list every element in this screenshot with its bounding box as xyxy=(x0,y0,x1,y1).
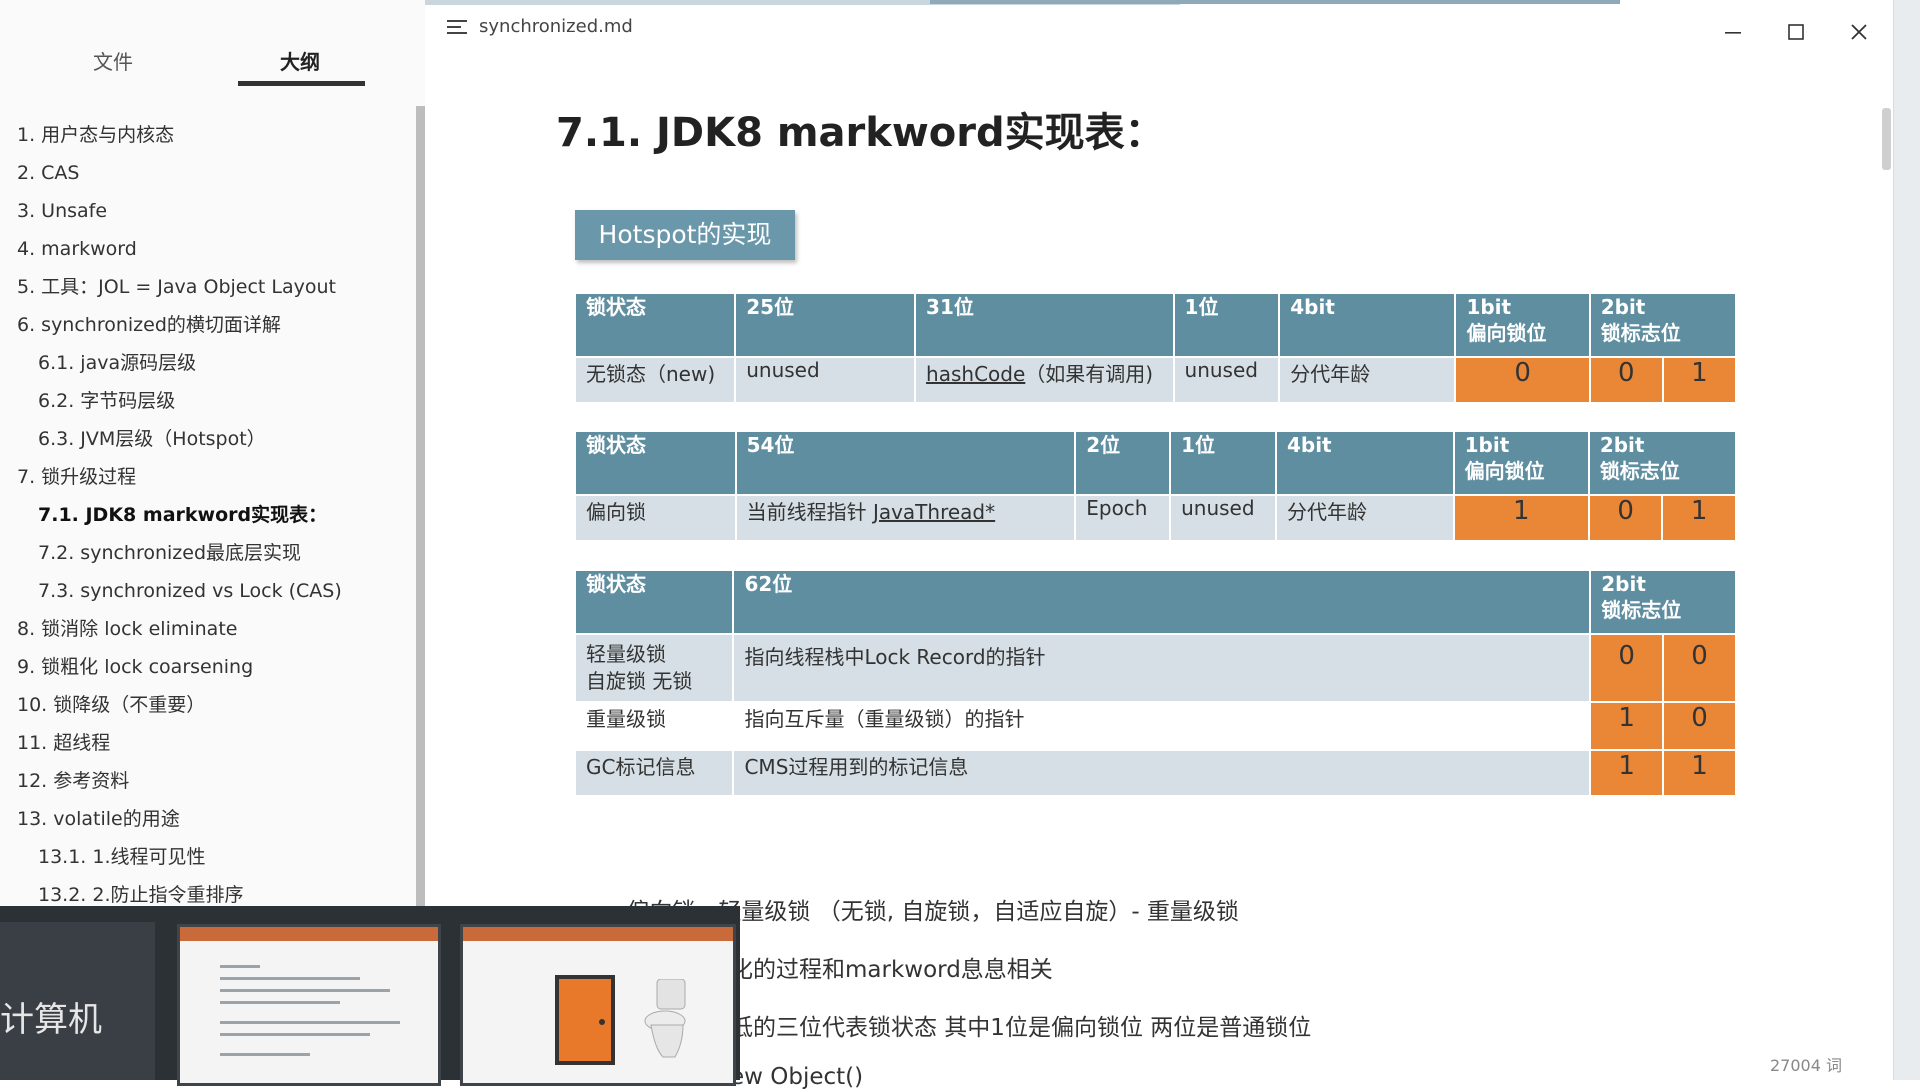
markword-table-locks: 锁状态 62位 2bit 锁标志位 轻量级锁 自旋锁 无锁 指向线程栈中Lock R… xyxy=(574,569,1737,797)
bit-cell: 1 xyxy=(1591,751,1663,795)
table-cell: 指向互斥量（重量级锁）的指针 xyxy=(734,703,1590,749)
paragraph: 化的过程和markword息息相关 xyxy=(730,957,1053,983)
table-header: 2位 xyxy=(1076,432,1170,494)
table-header-biased-bit: 1bit 偏向锁位 xyxy=(1454,432,1588,494)
bit-cell: 1 xyxy=(1454,496,1588,540)
sidebar-scrollbar[interactable] xyxy=(416,106,425,916)
markword-table-biased: 锁状态 54位 2位 1位 4bit 1bit 偏向锁位 2bit 锁标志位 偏向锁… xyxy=(574,430,1737,542)
table-cell: 指向线程栈中Lock Record的指针 xyxy=(734,635,1590,701)
paragraph: ew Object() xyxy=(730,1064,864,1090)
thumbnail-line xyxy=(220,1001,340,1004)
table-header: 4bit xyxy=(1280,294,1455,356)
door-knob xyxy=(599,1019,605,1025)
thumbnail-titlebar xyxy=(180,927,438,941)
bit-cell: 1 xyxy=(1664,751,1735,795)
table-cell: hashCode（如果有调用) xyxy=(916,358,1173,402)
thumbnail-line xyxy=(220,989,390,992)
outline-item[interactable]: 12. 参考资料 xyxy=(0,762,415,800)
table-header: 1位 xyxy=(1174,294,1279,356)
window-thumbnail[interactable] xyxy=(177,924,441,1086)
table-cell: 重量级锁 xyxy=(576,703,733,749)
outline-item[interactable]: 13.1. 1.线程可见性 xyxy=(0,838,415,876)
taskbar-preview: 计算机 xyxy=(0,906,740,1086)
outline-list: 1. 用户态与内核态 2. CAS 3. Unsafe 4. markword 5. 工… xyxy=(0,116,415,914)
table-cell: unused xyxy=(1174,358,1279,402)
outline-item[interactable]: 2. CAS xyxy=(0,154,415,192)
outline-item[interactable]: 5. 工具：JOL = Java Object Layout xyxy=(0,268,415,306)
outline-item[interactable]: 6.2. 字节码层级 xyxy=(0,382,415,420)
outline-item[interactable]: 7.2. synchronized最底层实现 xyxy=(0,534,415,572)
table-cell: CMS过程用到的标记信息 xyxy=(734,751,1590,795)
tab-files[interactable]: 文件 xyxy=(93,46,133,75)
outline-item[interactable]: 7.1. JDK8 markword实现表： xyxy=(0,496,415,534)
section-heading: 7.1. JDK8 markword实现表： xyxy=(556,110,1165,156)
table-cell: Epoch xyxy=(1076,496,1170,540)
word-count: 27004 词 xyxy=(1770,1056,1842,1075)
table-header: 25位 xyxy=(736,294,915,356)
outline-item[interactable]: 4. markword xyxy=(0,230,415,268)
outline-item[interactable]: 10. 锁降级（不重要） xyxy=(0,686,415,724)
table-cell: 分代年龄 xyxy=(1276,496,1453,540)
thumbnail-line xyxy=(220,977,360,980)
table-cell: 轻量级锁 自旋锁 无锁 xyxy=(576,635,733,701)
table-header-lock-flag: 2bit 锁标志位 xyxy=(1591,571,1735,633)
right-edge-panel xyxy=(1893,0,1920,1080)
outline-item[interactable]: 6. synchronized的横切面详解 xyxy=(0,306,415,344)
table-header: 54位 xyxy=(736,432,1075,494)
active-tab-underline xyxy=(238,81,365,86)
tab-outline[interactable]: 大纲 xyxy=(280,46,320,75)
bit-cell: 1 xyxy=(1663,358,1735,402)
outline-item[interactable]: 9. 锁粗化 lock coarsening xyxy=(0,648,415,686)
outline-item[interactable]: 7. 锁升级过程 xyxy=(0,458,415,496)
table-cell: 偏向锁 xyxy=(576,496,735,540)
outline-item[interactable]: 1. 用户态与内核态 xyxy=(0,116,415,154)
table-header: 锁状态 xyxy=(576,432,735,494)
thumbnail-line xyxy=(220,1053,310,1056)
outline-item[interactable]: 7.3. synchronized vs Lock (CAS) xyxy=(0,572,415,610)
paragraph: 低的三位代表锁状态 其中1位是偏向锁位 两位是普通锁位 xyxy=(730,1015,1312,1041)
door-icon xyxy=(555,975,615,1065)
bit-cell: 1 xyxy=(1591,703,1663,749)
taskbar-app-label: 计算机 xyxy=(0,1000,102,1040)
table-cell: unused xyxy=(736,358,915,402)
table-header-lock-flag: 2bit 锁标志位 xyxy=(1589,432,1735,494)
table-cell: 无锁态（new) xyxy=(576,358,735,402)
table-header: 锁状态 xyxy=(576,294,735,356)
outline-item[interactable]: 3. Unsafe xyxy=(0,192,415,230)
table-cell: GC标记信息 xyxy=(576,751,733,795)
table-header: 4bit xyxy=(1276,432,1453,494)
thumbnail-line xyxy=(220,965,260,968)
table-header-biased-bit: 1bit 偏向锁位 xyxy=(1456,294,1589,356)
table-cell: 当前线程指针 JavaThread* xyxy=(736,496,1075,540)
table-header: 31位 xyxy=(916,294,1173,356)
table-header: 锁状态 xyxy=(576,571,733,633)
thumbnail-titlebar xyxy=(463,927,733,941)
bit-cell: 0 xyxy=(1664,635,1735,701)
bit-cell: 0 xyxy=(1664,703,1735,749)
markword-table-unlocked: 锁状态 25位 31位 1位 4bit 1bit 偏向锁位 2bit 锁标志位 无锁… xyxy=(574,292,1737,404)
outline-item[interactable]: 13. volatile的用途 xyxy=(0,800,415,838)
table-cell: 分代年龄 xyxy=(1280,358,1455,402)
outline-item[interactable]: 8. 锁消除 lock eliminate xyxy=(0,610,415,648)
bit-cell: 0 xyxy=(1456,358,1589,402)
window-thumbnail[interactable] xyxy=(460,924,736,1086)
thumbnail-line xyxy=(220,1033,370,1036)
thumbnail-line xyxy=(220,1021,400,1024)
bit-cell: 0 xyxy=(1591,635,1663,701)
hotspot-label: Hotspot的实现 xyxy=(575,210,795,260)
table-header: 1位 xyxy=(1171,432,1275,494)
outline-item[interactable]: 11. 超线程 xyxy=(0,724,415,762)
content-scrollbar-thumb[interactable] xyxy=(1882,108,1891,170)
bit-cell: 0 xyxy=(1590,358,1662,402)
bit-cell: 0 xyxy=(1589,496,1662,540)
taskbar-app[interactable]: 计算机 xyxy=(0,922,155,1080)
outline-item[interactable]: 6.1. java源码层级 xyxy=(0,344,415,382)
table-header: 62位 xyxy=(734,571,1590,633)
table-cell: unused xyxy=(1171,496,1275,540)
bit-cell: 1 xyxy=(1663,496,1735,540)
table-header-lock-flag: 2bit 锁标志位 xyxy=(1590,294,1735,356)
outline-item[interactable]: 6.3. JVM层级（Hotspot） xyxy=(0,420,415,458)
toilet-icon xyxy=(644,979,686,1058)
